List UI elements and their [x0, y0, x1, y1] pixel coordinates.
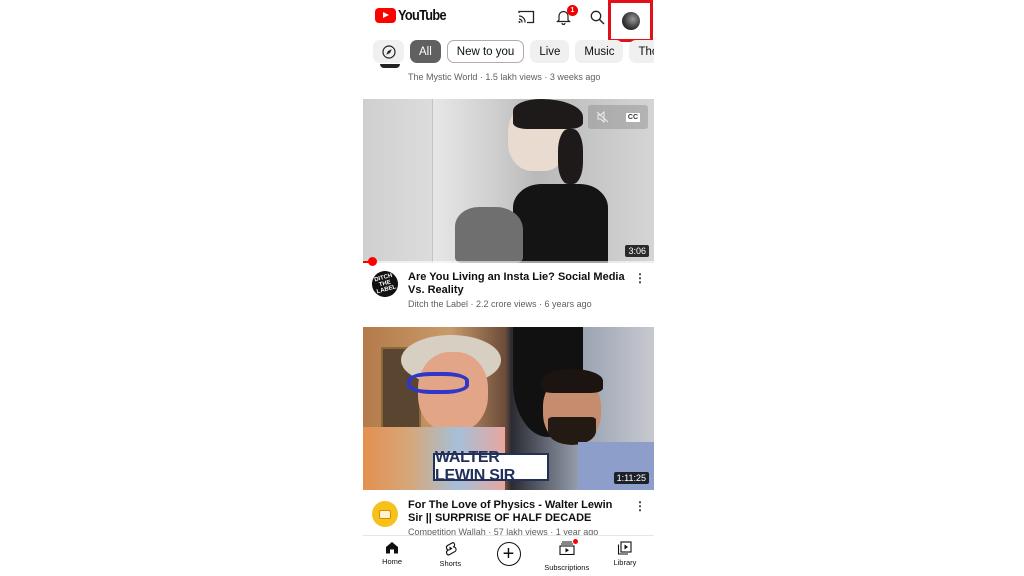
- youtube-play-logo-icon: [375, 8, 396, 23]
- thumbnail-ponytail: [558, 129, 583, 184]
- search-button[interactable]: [586, 6, 608, 28]
- nav-label: Shorts: [439, 559, 462, 568]
- inline-player-controls: CC: [588, 105, 648, 129]
- thumbnail-person-shirt: [513, 184, 608, 263]
- youtube-logo[interactable]: YouTube: [375, 7, 454, 24]
- chip-new-to-you[interactable]: New to you: [446, 40, 525, 63]
- video-duration: 3:06: [625, 245, 649, 257]
- video-duration: 1:11:25: [613, 472, 649, 484]
- category-chips: All New to you Live Music Thou: [363, 40, 654, 64]
- thumbnail-person2-beard: [548, 417, 596, 445]
- shorts-icon: [445, 541, 457, 556]
- top-app-bar: YouTube 1: [363, 0, 654, 42]
- subscriptions-icon-wrap: [559, 539, 578, 560]
- nav-subscriptions[interactable]: Subscriptions: [538, 536, 596, 576]
- nav-home[interactable]: Home: [363, 536, 421, 576]
- account-avatar[interactable]: [621, 12, 640, 30]
- app-name: YouTube: [398, 7, 447, 24]
- more-options-icon[interactable]: ⋮: [634, 272, 646, 284]
- chip-all[interactable]: All: [410, 40, 441, 63]
- cast-button[interactable]: [515, 6, 537, 28]
- channel-logo-icon: [379, 509, 391, 519]
- watch-progress-bar[interactable]: [363, 261, 654, 263]
- video-title[interactable]: Are You Living an Insta Lie? Social Medi…: [408, 271, 628, 297]
- previous-channel-avatar[interactable]: [380, 64, 400, 68]
- home-icon: [386, 542, 399, 554]
- chip-explore[interactable]: [373, 40, 404, 63]
- account-button-highlight[interactable]: [608, 0, 653, 42]
- subscriptions-icon: [559, 541, 575, 556]
- previous-video-meta: The Mystic World · 1.5 lakh views · 3 we…: [408, 72, 601, 82]
- video-meta: Ditch the Label · 2.2 crore views · 6 ye…: [408, 299, 592, 309]
- nav-shorts[interactable]: Shorts: [421, 536, 479, 576]
- explore-icon: [381, 44, 396, 59]
- nav-label: Subscriptions: [544, 563, 590, 572]
- create-icon: +: [496, 542, 521, 566]
- video-title[interactable]: For The Love of Physics - Walter Lewin S…: [408, 499, 628, 525]
- search-icon: [590, 10, 604, 24]
- watch-progress-scrubber[interactable]: [368, 257, 377, 266]
- video-thumbnail[interactable]: WALTER LEWIN SIR 1:11:25: [363, 327, 654, 490]
- chip-thoughts[interactable]: Thou: [629, 40, 654, 63]
- nav-label: Home: [382, 557, 403, 566]
- thumbnail-person-hair: [513, 99, 583, 129]
- notification-badge: 1: [567, 5, 578, 16]
- library-icon: [618, 541, 632, 555]
- thumbnail-wall-tile: [363, 99, 433, 263]
- thumbnail-blue-glasses: [407, 372, 469, 394]
- thumbnail-person2-hair: [541, 369, 603, 393]
- bottom-navigation: Home Shorts + Subscriptions Library: [363, 535, 654, 576]
- channel-avatar[interactable]: [372, 501, 398, 527]
- captions-icon[interactable]: CC: [625, 112, 641, 122]
- youtube-app: YouTube 1 All New to you Live Music Thou…: [363, 0, 654, 576]
- cast-icon: [517, 10, 534, 24]
- thumbnail-title-text: WALTER LEWIN SIR: [433, 449, 549, 484]
- chip-music[interactable]: Music: [575, 40, 624, 63]
- new-content-dot: [572, 539, 578, 544]
- mute-icon[interactable]: [596, 111, 610, 123]
- nav-label: Library: [613, 558, 637, 567]
- video-thumbnail[interactable]: CC 3:06: [363, 99, 654, 263]
- notifications-button[interactable]: 1: [552, 5, 578, 28]
- more-options-icon[interactable]: ⋮: [634, 500, 646, 512]
- channel-avatar[interactable]: DITCH THE LABEL: [369, 268, 401, 300]
- nav-library[interactable]: Library: [596, 536, 654, 576]
- chip-live[interactable]: Live: [530, 40, 570, 63]
- thumbnail-towel: [455, 207, 523, 263]
- nav-create[interactable]: +: [479, 536, 537, 576]
